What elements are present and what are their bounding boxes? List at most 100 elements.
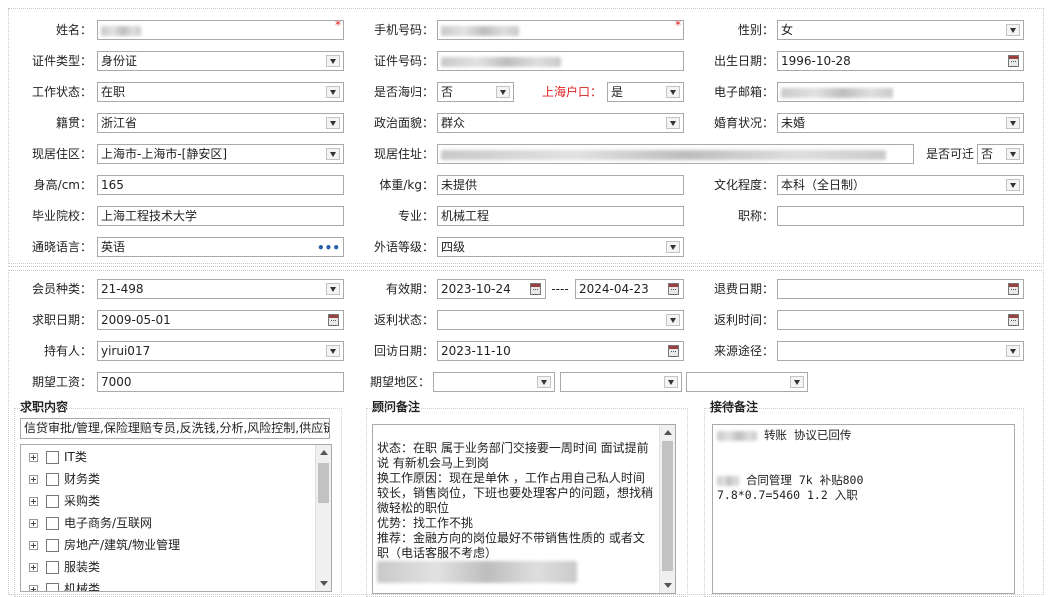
holder-select[interactable]: yirui017 [97,341,344,361]
category-checkbox[interactable] [46,495,59,508]
expected-area-city-select[interactable] [560,372,682,392]
scroll-down-icon[interactable] [320,581,328,586]
job-seek-date-input[interactable]: 2009-05-01 [97,310,344,330]
title-input[interactable] [777,206,1024,226]
tree-item-finance[interactable]: 财务类 [29,470,100,488]
tree-scrollbar[interactable] [315,445,331,591]
more-options-icon[interactable]: ••• [317,240,340,256]
category-checkbox[interactable] [46,561,59,574]
marital-status-select[interactable]: 未婚 [777,113,1024,133]
returnee-select[interactable]: 否 [437,82,514,102]
chevron-down-icon[interactable] [326,55,340,67]
id-number-input[interactable] [437,51,684,71]
notes-scrollbar[interactable] [659,425,675,593]
chevron-down-icon[interactable] [1006,345,1020,357]
expand-icon[interactable] [29,453,38,462]
tree-item-purchasing[interactable]: 采购类 [29,492,100,510]
expected-salary-value: 7000 [101,375,132,389]
calendar-icon[interactable] [1008,55,1019,67]
refund-date-input[interactable] [777,279,1024,299]
phone-input[interactable]: * [437,20,684,40]
relocatable-select[interactable]: 否 [977,144,1024,164]
language-level-select[interactable]: 四级 [437,237,684,257]
chevron-down-icon[interactable] [1006,24,1020,36]
major-input[interactable]: 机械工程 [437,206,684,226]
expand-icon[interactable] [29,563,38,572]
scroll-thumb[interactable] [318,463,329,503]
chevron-down-icon[interactable] [1006,179,1020,191]
chevron-down-icon[interactable] [1006,117,1020,129]
education-select[interactable]: 本科（全日制） [777,175,1024,195]
email-input[interactable] [777,82,1024,102]
category-checkbox[interactable] [46,583,59,591]
tree-item-clothing[interactable]: 服装类 [29,558,100,576]
tree-item-it[interactable]: IT类 [29,448,87,466]
chevron-down-icon[interactable] [326,86,340,98]
revisit-date-input[interactable]: 2023-11-10 [437,341,684,361]
tree-item-ecommerce[interactable]: 电子商务/互联网 [29,514,152,532]
expand-icon[interactable] [29,541,38,550]
work-status-select[interactable]: 在职 [97,82,344,102]
category-checkbox[interactable] [46,517,59,530]
calendar-icon[interactable] [1008,283,1019,295]
scroll-down-icon[interactable] [664,583,672,588]
chevron-down-icon[interactable] [326,117,340,129]
chevron-down-icon[interactable] [326,345,340,357]
expected-area-district-select[interactable] [686,372,808,392]
calendar-icon[interactable] [530,283,541,295]
validity-end-input[interactable]: 2024-04-23 [575,279,684,299]
rebate-status-select[interactable] [437,310,684,330]
gender-select[interactable]: 女 [777,20,1024,40]
reception-notes-textarea[interactable]: 转账 协议已回传 合同管理 7k 补贴800 7.8*0.7=5460 1.2 … [712,424,1015,594]
expected-area-province-select[interactable] [433,372,555,392]
member-type-select[interactable]: 21-498 [97,279,344,299]
calendar-icon[interactable] [668,283,679,295]
calendar-icon[interactable] [668,345,679,357]
chevron-down-icon[interactable] [537,376,551,388]
calendar-icon[interactable] [328,314,339,326]
expand-icon[interactable] [29,497,38,506]
tree-item-machinery[interactable]: 机械类 [29,580,100,591]
birth-date-input[interactable]: 1996-10-28 [777,51,1024,71]
job-content-selected-input[interactable]: 信贷审批/管理,保险理赔专员,反洗钱,分析,风险控制,供应链 [20,418,330,439]
name-input[interactable]: * [97,20,344,40]
chevron-down-icon[interactable] [666,86,680,98]
weight-input[interactable]: 未提供 [437,175,684,195]
chevron-down-icon[interactable] [666,117,680,129]
native-place-select[interactable]: 浙江省 [97,113,344,133]
consultant-notes-textarea[interactable]: 状态：在职 属于业务部门交接要一周时间 面试提前说 有新机会马上到岗 换工作原因… [372,424,676,594]
calendar-icon[interactable] [1008,314,1019,326]
current-address-input[interactable] [437,144,914,164]
current-area-select[interactable]: 上海市-上海市-[静安区] [97,144,344,164]
chevron-down-icon[interactable] [496,86,510,98]
expand-icon[interactable] [29,585,38,591]
id-type-select[interactable]: 身份证 [97,51,344,71]
category-checkbox[interactable] [46,473,59,486]
chevron-down-icon[interactable] [666,314,680,326]
school-input[interactable]: 上海工程技术大学 [97,206,344,226]
category-checkbox[interactable] [46,539,59,552]
language-input[interactable]: 英语 ••• [97,237,344,257]
chevron-down-icon[interactable] [790,376,804,388]
chevron-down-icon[interactable] [326,148,340,160]
expected-salary-input[interactable]: 7000 [97,372,344,392]
chevron-down-icon[interactable] [1006,148,1020,160]
source-select[interactable] [777,341,1024,361]
category-checkbox[interactable] [46,451,59,464]
shanghai-hukou-select[interactable]: 是 [607,82,684,102]
scroll-up-icon[interactable] [664,430,672,435]
job-category-tree[interactable]: IT类 财务类 采购类 电子商务/互联网 房地产/建筑/物业管理 服装类 机械类 [20,444,332,592]
weight-value: 未提供 [441,178,478,192]
tree-item-real-estate[interactable]: 房地产/建筑/物业管理 [29,536,180,554]
rebate-time-input[interactable] [777,310,1024,330]
expand-icon[interactable] [29,475,38,484]
expand-icon[interactable] [29,519,38,528]
height-input[interactable]: 165 [97,175,344,195]
validity-start-input[interactable]: 2023-10-24 [437,279,546,299]
scroll-thumb[interactable] [662,441,673,571]
political-status-select[interactable]: 群众 [437,113,684,133]
chevron-down-icon[interactable] [326,283,340,295]
chevron-down-icon[interactable] [666,241,680,253]
scroll-up-icon[interactable] [320,450,328,455]
chevron-down-icon[interactable] [664,376,678,388]
